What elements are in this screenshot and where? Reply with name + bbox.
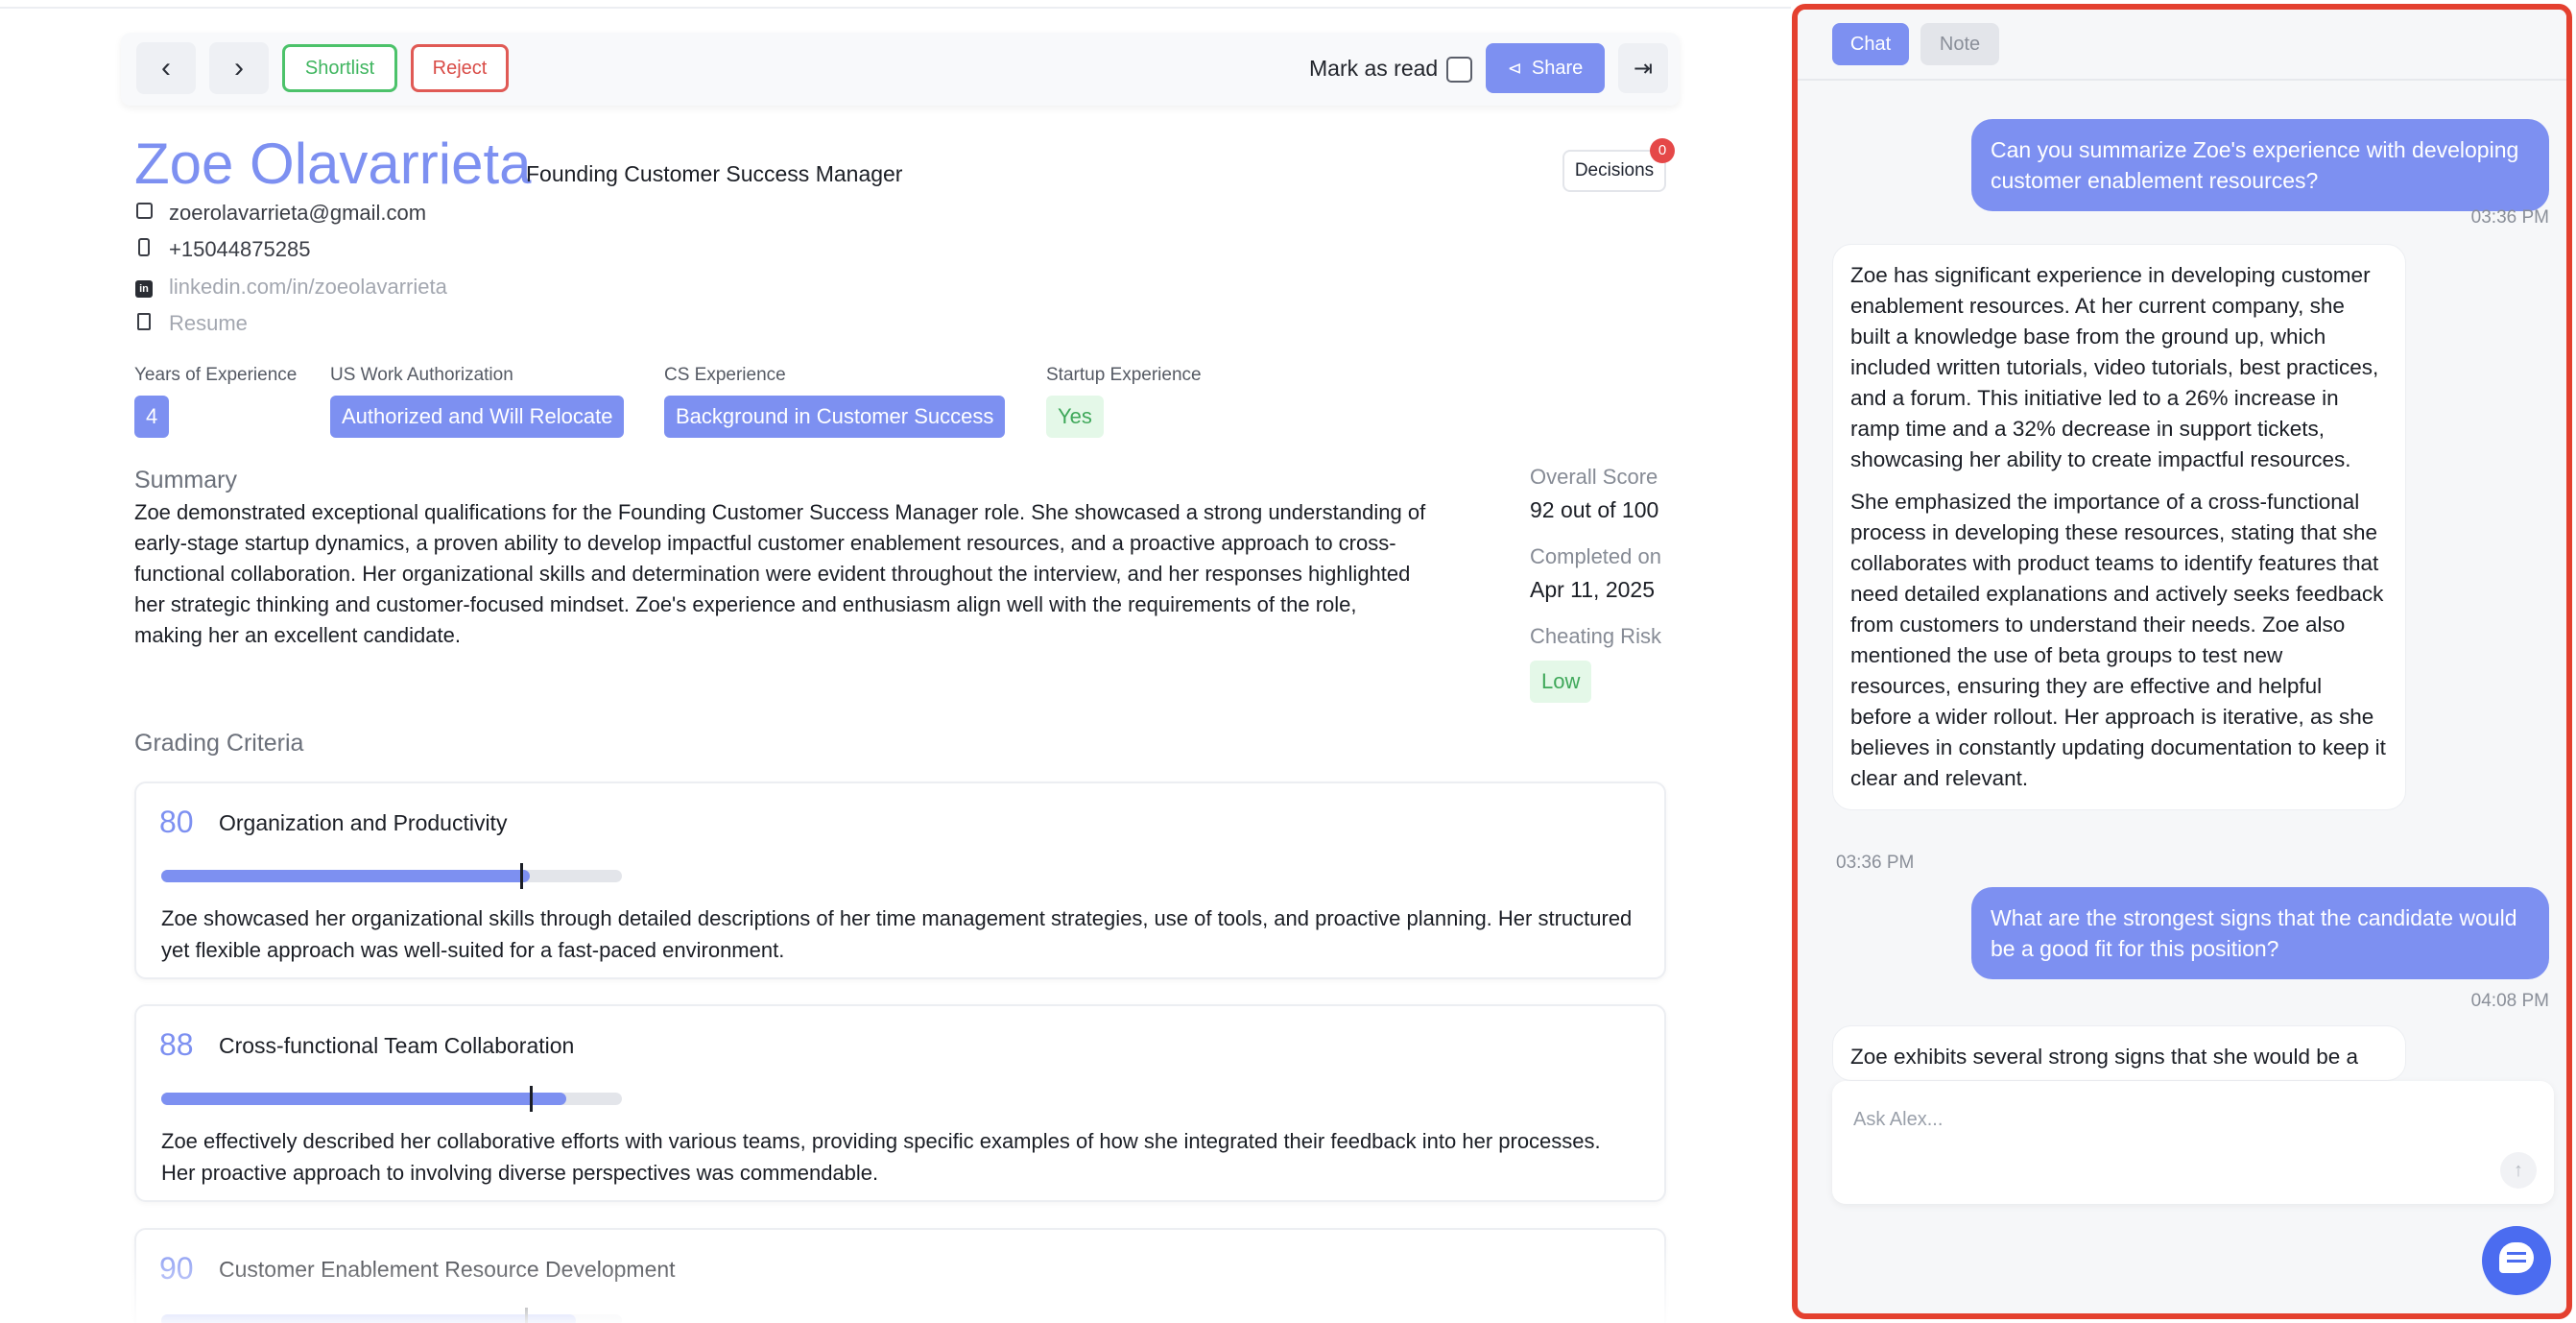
chat-input[interactable] (1853, 1100, 2506, 1139)
criterion-title: Customer Enablement Resource Development (219, 1257, 676, 1282)
cheating-risk: Cheating Risk Low (1530, 624, 1661, 703)
resume-text: Resume (169, 311, 248, 335)
action-toolbar: ‹ › Shortlist Reject Mark as read ⊲ Share… (121, 33, 1680, 106)
attribute-label: CS Experience (664, 365, 786, 385)
completed-date: Completed on Apr 11, 2025 (1530, 544, 1661, 603)
criterion-progress-track (161, 863, 622, 889)
cheating-risk-label: Cheating Risk (1530, 624, 1661, 648)
contact-phone[interactable]: +15044875285 (134, 237, 310, 262)
mark-as-read-label: Mark as read (1309, 56, 1439, 81)
attribute-work-authorization: US Work Authorization Authorized and Wil… (330, 365, 625, 438)
assistant-message-paragraph: Zoe has significant experience in develo… (1850, 263, 2379, 471)
summary-text: Zoe demonstrated exceptional qualificati… (134, 500, 1426, 647)
criterion-progress-track (161, 1308, 622, 1323)
chat-bubble-lines (2507, 1252, 2526, 1255)
attribute-startup-experience: Startup Experience Yes (1046, 365, 1202, 438)
document-icon (137, 312, 151, 330)
chat-panel: Chat Note Can you summarize Zoe's experi… (1792, 4, 2572, 1319)
send-button[interactable]: ↑ (2500, 1152, 2537, 1189)
criterion-progress-track (161, 1086, 622, 1112)
attribute-label: Startup Experience (1046, 365, 1202, 385)
criterion-card: 88 Cross-functional Team Collaboration Z… (134, 1004, 1666, 1202)
overall-score: Overall Score 92 out of 100 (1530, 465, 1658, 523)
message-timestamp: 03:36 PM (2470, 207, 2549, 228)
criterion-benchmark-marker (520, 863, 524, 889)
criterion-score: 88 (159, 1027, 194, 1062)
chevron-right-icon: › (234, 52, 244, 84)
criterion-progress-fill (161, 1093, 567, 1105)
assistant-message-paragraph: She emphasized the importance of a cross… (1850, 490, 2386, 790)
attribute-value: Authorized and Will Relocate (330, 396, 625, 438)
shortlist-button[interactable]: Shortlist (282, 44, 397, 92)
criterion-card: 80 Organization and Productivity Zoe sho… (134, 782, 1666, 979)
grading-criteria-heading: Grading Criteria (134, 730, 304, 757)
decisions-count-badge: 0 (1650, 138, 1675, 163)
assistant-message-paragraph: Zoe exhibits several strong signs that s… (1850, 1045, 2359, 1069)
help-chat-launcher[interactable] (2482, 1226, 2551, 1295)
message-timestamp: 04:08 PM (2470, 991, 2549, 1011)
criterion-benchmark-marker (530, 1086, 533, 1112)
role-title: Founding Customer Success Manager (526, 161, 903, 186)
tab-note[interactable]: Note (1920, 23, 1999, 65)
overall-score-label: Overall Score (1530, 465, 1658, 489)
arrow-up-icon: ↑ (2514, 1159, 2523, 1181)
reject-button[interactable]: Reject (411, 44, 509, 92)
summary-heading: Summary (134, 467, 237, 493)
criterion-title: Cross-functional Team Collaboration (219, 1033, 575, 1058)
criterion-description: Zoe effectively described her collaborat… (161, 1129, 1601, 1185)
assistant-message: Zoe has significant experience in develo… (1832, 244, 2406, 810)
chat-tabs: Chat Note (1798, 10, 2566, 81)
candidate-detail-pane: ‹ › Shortlist Reject Mark as read ⊲ Share… (0, 0, 1791, 1323)
contact-email[interactable]: zoerolavarrieta@gmail.com (134, 201, 426, 226)
criterion-progress-fill (161, 870, 530, 882)
message-timestamp: 03:36 PM (1836, 853, 1915, 873)
previous-candidate-button[interactable]: ‹ (136, 42, 196, 94)
cheating-risk-badge: Low (1530, 661, 1592, 703)
criterion-title: Organization and Productivity (219, 810, 508, 835)
linkedin-icon: in (135, 280, 153, 298)
criterion-description: Zoe showcased her organizational skills … (161, 906, 1633, 962)
phone-text: +15044875285 (169, 237, 311, 261)
attribute-label: US Work Authorization (330, 365, 513, 385)
chevron-left-icon: ‹ (161, 52, 171, 84)
collapse-panel-button[interactable]: ⇥ (1618, 43, 1668, 93)
linkedin-text: linkedin.com/in/zoeolavarrieta (169, 275, 447, 299)
completed-value: Apr 11, 2025 (1530, 577, 1656, 602)
user-message: What are the strongest signs that the ca… (1971, 887, 2549, 979)
share-button[interactable]: ⊲ Share (1486, 43, 1605, 93)
chat-input-box: ↑ (1832, 1081, 2554, 1204)
share-button-label: Share (1531, 57, 1584, 79)
mail-icon (135, 203, 153, 219)
mark-as-read-checkbox[interactable] (1446, 57, 1472, 83)
attribute-years-experience: Years of Experience 4 (134, 365, 297, 438)
candidate-name: Zoe Olavarrieta (134, 132, 532, 196)
email-text: zoerolavarrieta@gmail.com (169, 201, 427, 225)
collapse-panel-icon: ⇥ (1633, 55, 1654, 82)
next-candidate-button[interactable]: › (209, 42, 269, 94)
criterion-benchmark-marker (525, 1308, 529, 1323)
criterion-score: 80 (159, 805, 194, 839)
criterion-progress-fill (161, 1314, 576, 1323)
resume-link[interactable]: Resume (134, 311, 248, 336)
attribute-cs-experience: CS Experience Background in Customer Suc… (664, 365, 1006, 438)
user-message: Can you summarize Zoe's experience with … (1971, 119, 2549, 211)
overall-score-value: 92 out of 100 (1530, 497, 1659, 522)
phone-icon (138, 238, 150, 256)
assistant-message: Zoe exhibits several strong signs that s… (1832, 1025, 2406, 1081)
tab-chat[interactable]: Chat (1832, 23, 1909, 65)
share-icon: ⊲ (1507, 58, 1522, 78)
attribute-label: Years of Experience (134, 365, 298, 385)
chat-bubble-icon (2499, 1242, 2534, 1273)
contact-linkedin-link[interactable]: in linkedin.com/in/zoeolavarrieta (134, 275, 447, 300)
attribute-value: Background in Customer Success (664, 396, 1006, 438)
criterion-card: 90 Customer Enablement Resource Developm… (134, 1228, 1666, 1323)
completed-label: Completed on (1530, 544, 1661, 568)
criterion-score: 90 (159, 1251, 194, 1286)
attribute-value: Yes (1046, 396, 1104, 438)
attribute-value: 4 (134, 396, 170, 438)
